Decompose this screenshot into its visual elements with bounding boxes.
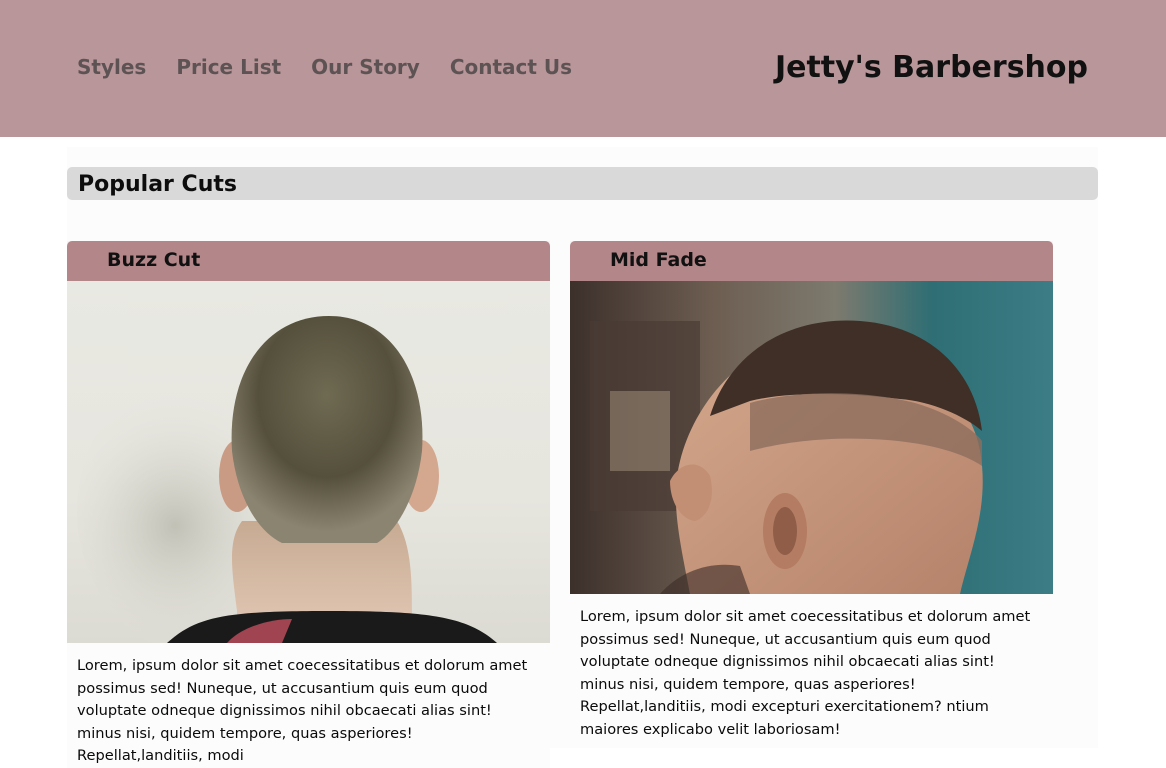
buzz-cut-illustration <box>77 316 497 643</box>
mid-fade-illustration <box>570 281 1053 594</box>
nav-contact-us[interactable]: Contact Us <box>450 55 572 79</box>
brand-title[interactable]: Jetty's Barbershop <box>775 50 1088 85</box>
nav-price-list[interactable]: Price List <box>176 55 281 79</box>
site-header: Styles Price List Our Story Contact Us J… <box>0 0 1166 137</box>
card-title: Buzz Cut <box>107 249 201 271</box>
nav-our-story[interactable]: Our Story <box>311 55 420 79</box>
section-header: Popular Cuts <box>67 167 1098 200</box>
card-header: Buzz Cut <box>67 241 550 281</box>
cut-card-buzz: Buzz Cut Lorem, ipsum dolor sit amet coe… <box>67 241 550 768</box>
card-header: Mid Fade <box>570 241 1053 281</box>
card-description: Lorem, ipsum dolor sit amet coecessitati… <box>570 594 1053 741</box>
section-title: Popular Cuts <box>78 172 237 197</box>
main-nav: Styles Price List Our Story Contact Us <box>77 55 602 79</box>
main-content: Popular Cuts Buzz Cut Lorem, ipsum dolor… <box>67 147 1098 768</box>
buzz-cut-photo <box>67 281 550 643</box>
mid-fade-photo <box>570 281 1053 594</box>
cut-card-mid-fade: Mid Fade Lorem, ipsum dolor sit amet coe… <box>570 241 1053 741</box>
card-description: Lorem, ipsum dolor sit amet coecessitati… <box>67 643 550 768</box>
card-title: Mid Fade <box>610 249 707 271</box>
nav-styles[interactable]: Styles <box>77 55 146 79</box>
